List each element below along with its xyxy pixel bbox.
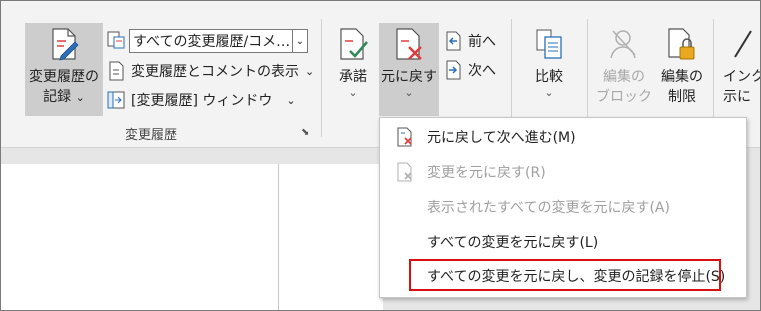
next-label: 次へ [468, 63, 496, 79]
page-margin-line [278, 164, 279, 310]
reject-label: 元に戻す [381, 69, 437, 85]
reject-change-icon [396, 162, 422, 182]
next-change-button[interactable]: 次へ [444, 58, 496, 82]
menu-item-label: 表示されたすべての変更を元に戻す(A) [427, 200, 670, 216]
next-icon [446, 60, 461, 80]
restrict-editing-label-2: 制限 [668, 89, 696, 105]
accept-button[interactable]: 承諾 ⌄ [331, 23, 375, 116]
reject-icon [396, 28, 422, 60]
tracking-group-label: 変更履歴 [125, 128, 178, 143]
previous-icon [446, 31, 461, 51]
show-markup-icon [109, 61, 124, 81]
block-authors-button[interactable]: 編集の ブロック⌄ [593, 23, 655, 124]
reject-button[interactable]: 元に戻す ⌄ [379, 23, 439, 116]
reviewing-pane-icon [107, 91, 125, 109]
ink-label-1: インク [723, 69, 761, 85]
previous-label: 前へ [468, 34, 496, 50]
track-changes-icon [52, 28, 79, 61]
markup-display-icon [107, 31, 125, 49]
chevron-down-icon: ⌄ [348, 86, 358, 99]
menu-item-reject-change[interactable]: 変更を元に戻す(R) [380, 157, 746, 187]
reject-and-next-icon [396, 127, 422, 147]
compare-icon [536, 29, 562, 59]
word-window: 変更履歴の 記録 ⌄ すべての変更履歴/コメ… ⌄ 変更履歴とコメントの表示 ⌄ [0, 0, 761, 311]
track-changes-label-1: 変更履歴の [29, 69, 99, 85]
chevron-down-icon: ⌄ [305, 64, 315, 78]
ink-pen-icon [734, 30, 752, 58]
track-changes-button[interactable]: 変更履歴の 記録 ⌄ [25, 23, 103, 116]
menu-item-label: 元に戻して次へ進む(M) [427, 130, 576, 146]
track-changes-label-2-text: 記録 [43, 89, 72, 105]
menu-item-reject-all[interactable]: すべての変更を元に戻す(L) [380, 227, 746, 257]
document-page[interactable] [1, 164, 383, 310]
menu-item-label: 変更を元に戻す(R) [427, 165, 546, 181]
chevron-down-icon[interactable]: ⌄ [292, 30, 307, 52]
chevron-down-icon: ⌄ [286, 93, 296, 107]
markup-dropdown-value: すべての変更履歴/コメ… [133, 34, 291, 50]
accept-label: 承諾 [339, 69, 367, 85]
highlight-box [409, 259, 721, 291]
chevron-down-icon: ⌄ [75, 91, 85, 104]
menu-item-label: すべての変更を元に戻す(L) [427, 235, 599, 251]
menu-item-reject-and-move-next[interactable]: 元に戻して次へ進む(M) [380, 122, 746, 152]
accept-icon [340, 28, 368, 60]
title-strip [1, 1, 760, 13]
dialog-launcher-icon[interactable]: ⬊ [301, 127, 309, 138]
group-divider [321, 19, 322, 137]
ink-label-2: 示に [723, 89, 751, 105]
restrict-editing-button[interactable]: 編集の 制限 [657, 23, 707, 116]
compare-label: 比較 [535, 69, 563, 85]
markup-dropdown[interactable]: すべての変更履歴/コメ… ⌄ [129, 29, 308, 53]
block-authors-label-2-text: ブロック [596, 89, 652, 105]
reviewing-pane-button[interactable]: [変更履歴] ウィンドウ ⌄ [107, 88, 296, 112]
menu-item-reject-all-shown[interactable]: 表示されたすべての変更を元に戻す(A) [380, 192, 746, 222]
lock-document-icon [668, 28, 695, 60]
show-markup-label: 変更履歴とコメントの表示 [131, 64, 299, 80]
chevron-down-icon: ⌄ [404, 86, 414, 99]
reviewing-pane-label: [変更履歴] ウィンドウ [131, 93, 273, 109]
restrict-editing-label-1: 編集の [661, 69, 703, 85]
show-markup-button[interactable]: 変更履歴とコメントの表示 ⌄ [107, 59, 314, 83]
chevron-down-icon: ⌄ [544, 86, 554, 99]
previous-change-button[interactable]: 前へ [444, 29, 496, 53]
ink-button[interactable]: インク 示に [723, 23, 761, 116]
block-authors-label-1: 編集の [603, 69, 645, 85]
compare-button[interactable]: 比較 ⌄ [523, 23, 575, 116]
block-authors-icon [610, 30, 636, 59]
track-changes-label-2: 記録 ⌄ [25, 87, 103, 108]
